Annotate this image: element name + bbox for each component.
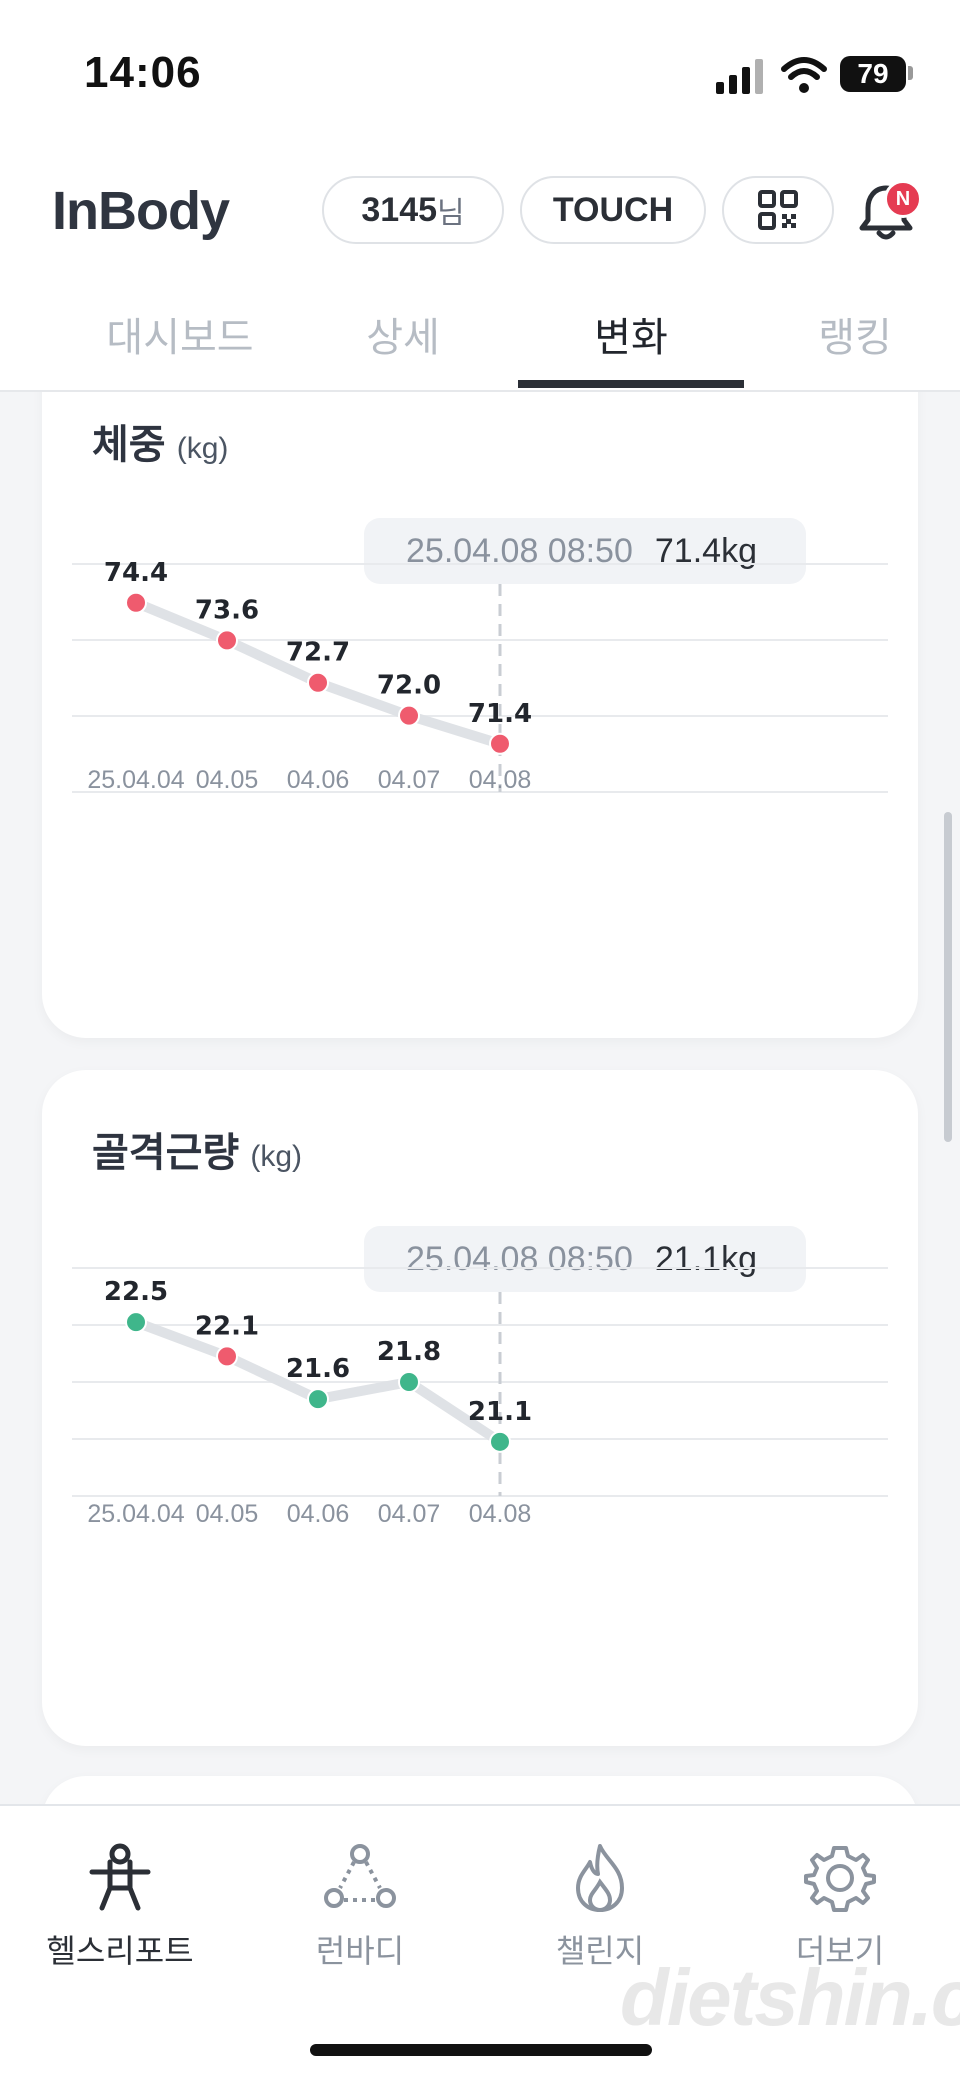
nav-health-report[interactable]: 헬스리포트 xyxy=(20,1842,220,1972)
x-tick-label: 25.04.04 xyxy=(87,1500,184,1528)
cellular-signal-icon xyxy=(716,59,763,94)
data-label: 21.8 xyxy=(377,1337,441,1367)
tab-ranking[interactable]: 랭킹 xyxy=(780,298,930,390)
data-label: 72.0 xyxy=(377,671,441,701)
flame-icon xyxy=(576,1844,624,1913)
touch-label: TOUCH xyxy=(552,190,674,229)
x-tick-label: 04.08 xyxy=(469,1500,532,1528)
battery-tip xyxy=(908,66,913,80)
data-point xyxy=(307,1388,329,1411)
home-indicator[interactable] xyxy=(310,2044,652,2056)
weight-card: 체중 (kg) 25.04.08 08:50 71.4kg 74.4 73.6 72.… xyxy=(42,392,918,1038)
gear-icon xyxy=(804,1846,876,1912)
data-point xyxy=(216,629,238,652)
touch-button[interactable]: TOUCH xyxy=(520,176,706,244)
data-point xyxy=(398,704,420,727)
x-tick-label: 04.07 xyxy=(378,766,441,794)
notification-badge: N xyxy=(884,180,922,218)
x-tick-label: 04.07 xyxy=(378,1500,441,1528)
muscle-mass-line-chart[interactable]: 22.5 22.1 21.6 21.8 21.1 25.04.04 04.05 04.06 04… xyxy=(42,1070,918,1746)
data-label: 21.1 xyxy=(468,1397,532,1427)
status-bar: 14:06 79 xyxy=(0,0,960,150)
active-tab-indicator xyxy=(518,380,744,388)
app-header: InBody 3145 님 TOUCH N 대시보드 상세 변화 랭킹 xyxy=(0,150,960,392)
user-number: 3145 xyxy=(361,190,438,229)
x-tick-label: 04.06 xyxy=(287,766,350,794)
nav-runbody[interactable]: 런바디 xyxy=(260,1842,460,1972)
data-point xyxy=(125,1311,147,1334)
data-label: 72.7 xyxy=(286,638,350,668)
wifi-icon xyxy=(781,57,827,93)
tab-bar: 대시보드 상세 변화 랭킹 xyxy=(0,298,960,390)
data-label: 74.4 xyxy=(104,558,168,588)
scrollbar[interactable] xyxy=(944,812,952,1142)
data-label: 22.1 xyxy=(195,1311,259,1341)
watermark: dietshin.com xyxy=(620,1953,960,2042)
data-point xyxy=(125,591,147,614)
x-tick-label: 25.04.04 xyxy=(87,766,184,794)
user-id-button[interactable]: 3145 님 xyxy=(322,176,504,244)
data-label: 22.5 xyxy=(104,1277,168,1307)
tab-change[interactable]: 변화 xyxy=(556,298,706,390)
inbody-logo: InBody xyxy=(52,181,230,241)
tab-dashboard[interactable]: 대시보드 xyxy=(80,298,280,390)
nav-label: 헬스리포트 xyxy=(46,1933,194,1969)
muscle-mass-card: 골격근량 (kg) 25.04.08 08:50 21.1kg 22.5 22.1 2… xyxy=(42,1070,918,1746)
status-time: 14:06 xyxy=(84,48,202,97)
data-point xyxy=(307,671,329,694)
data-point xyxy=(489,1430,511,1453)
x-tick-label: 04.05 xyxy=(196,766,259,794)
x-tick-label: 04.06 xyxy=(287,1500,350,1528)
data-label: 71.4 xyxy=(468,699,532,729)
qr-code-icon xyxy=(758,190,798,230)
runbody-icon xyxy=(324,1844,396,1908)
tab-detail[interactable]: 상세 xyxy=(328,298,478,390)
x-tick-label: 04.05 xyxy=(196,1500,259,1528)
nav-label: 런바디 xyxy=(315,1933,405,1969)
data-point xyxy=(398,1371,420,1393)
scroll-content[interactable]: 체중 (kg) 25.04.08 08:50 71.4kg 74.4 73.6 72.… xyxy=(0,392,960,1804)
qr-code-button[interactable] xyxy=(722,176,834,244)
data-label: 21.6 xyxy=(286,1354,350,1384)
user-suffix: 님 xyxy=(437,197,465,230)
battery-indicator: 79 xyxy=(840,56,906,92)
data-point xyxy=(216,1345,238,1368)
data-point xyxy=(489,732,511,755)
weight-line-chart[interactable]: 74.4 73.6 72.7 72.0 71.4 25.04.04 04.05 04.06 04… xyxy=(42,392,918,1038)
data-label: 73.6 xyxy=(195,595,259,625)
next-card xyxy=(42,1776,918,1804)
x-tick-label: 04.08 xyxy=(469,766,532,794)
health-report-icon xyxy=(89,1843,151,1911)
